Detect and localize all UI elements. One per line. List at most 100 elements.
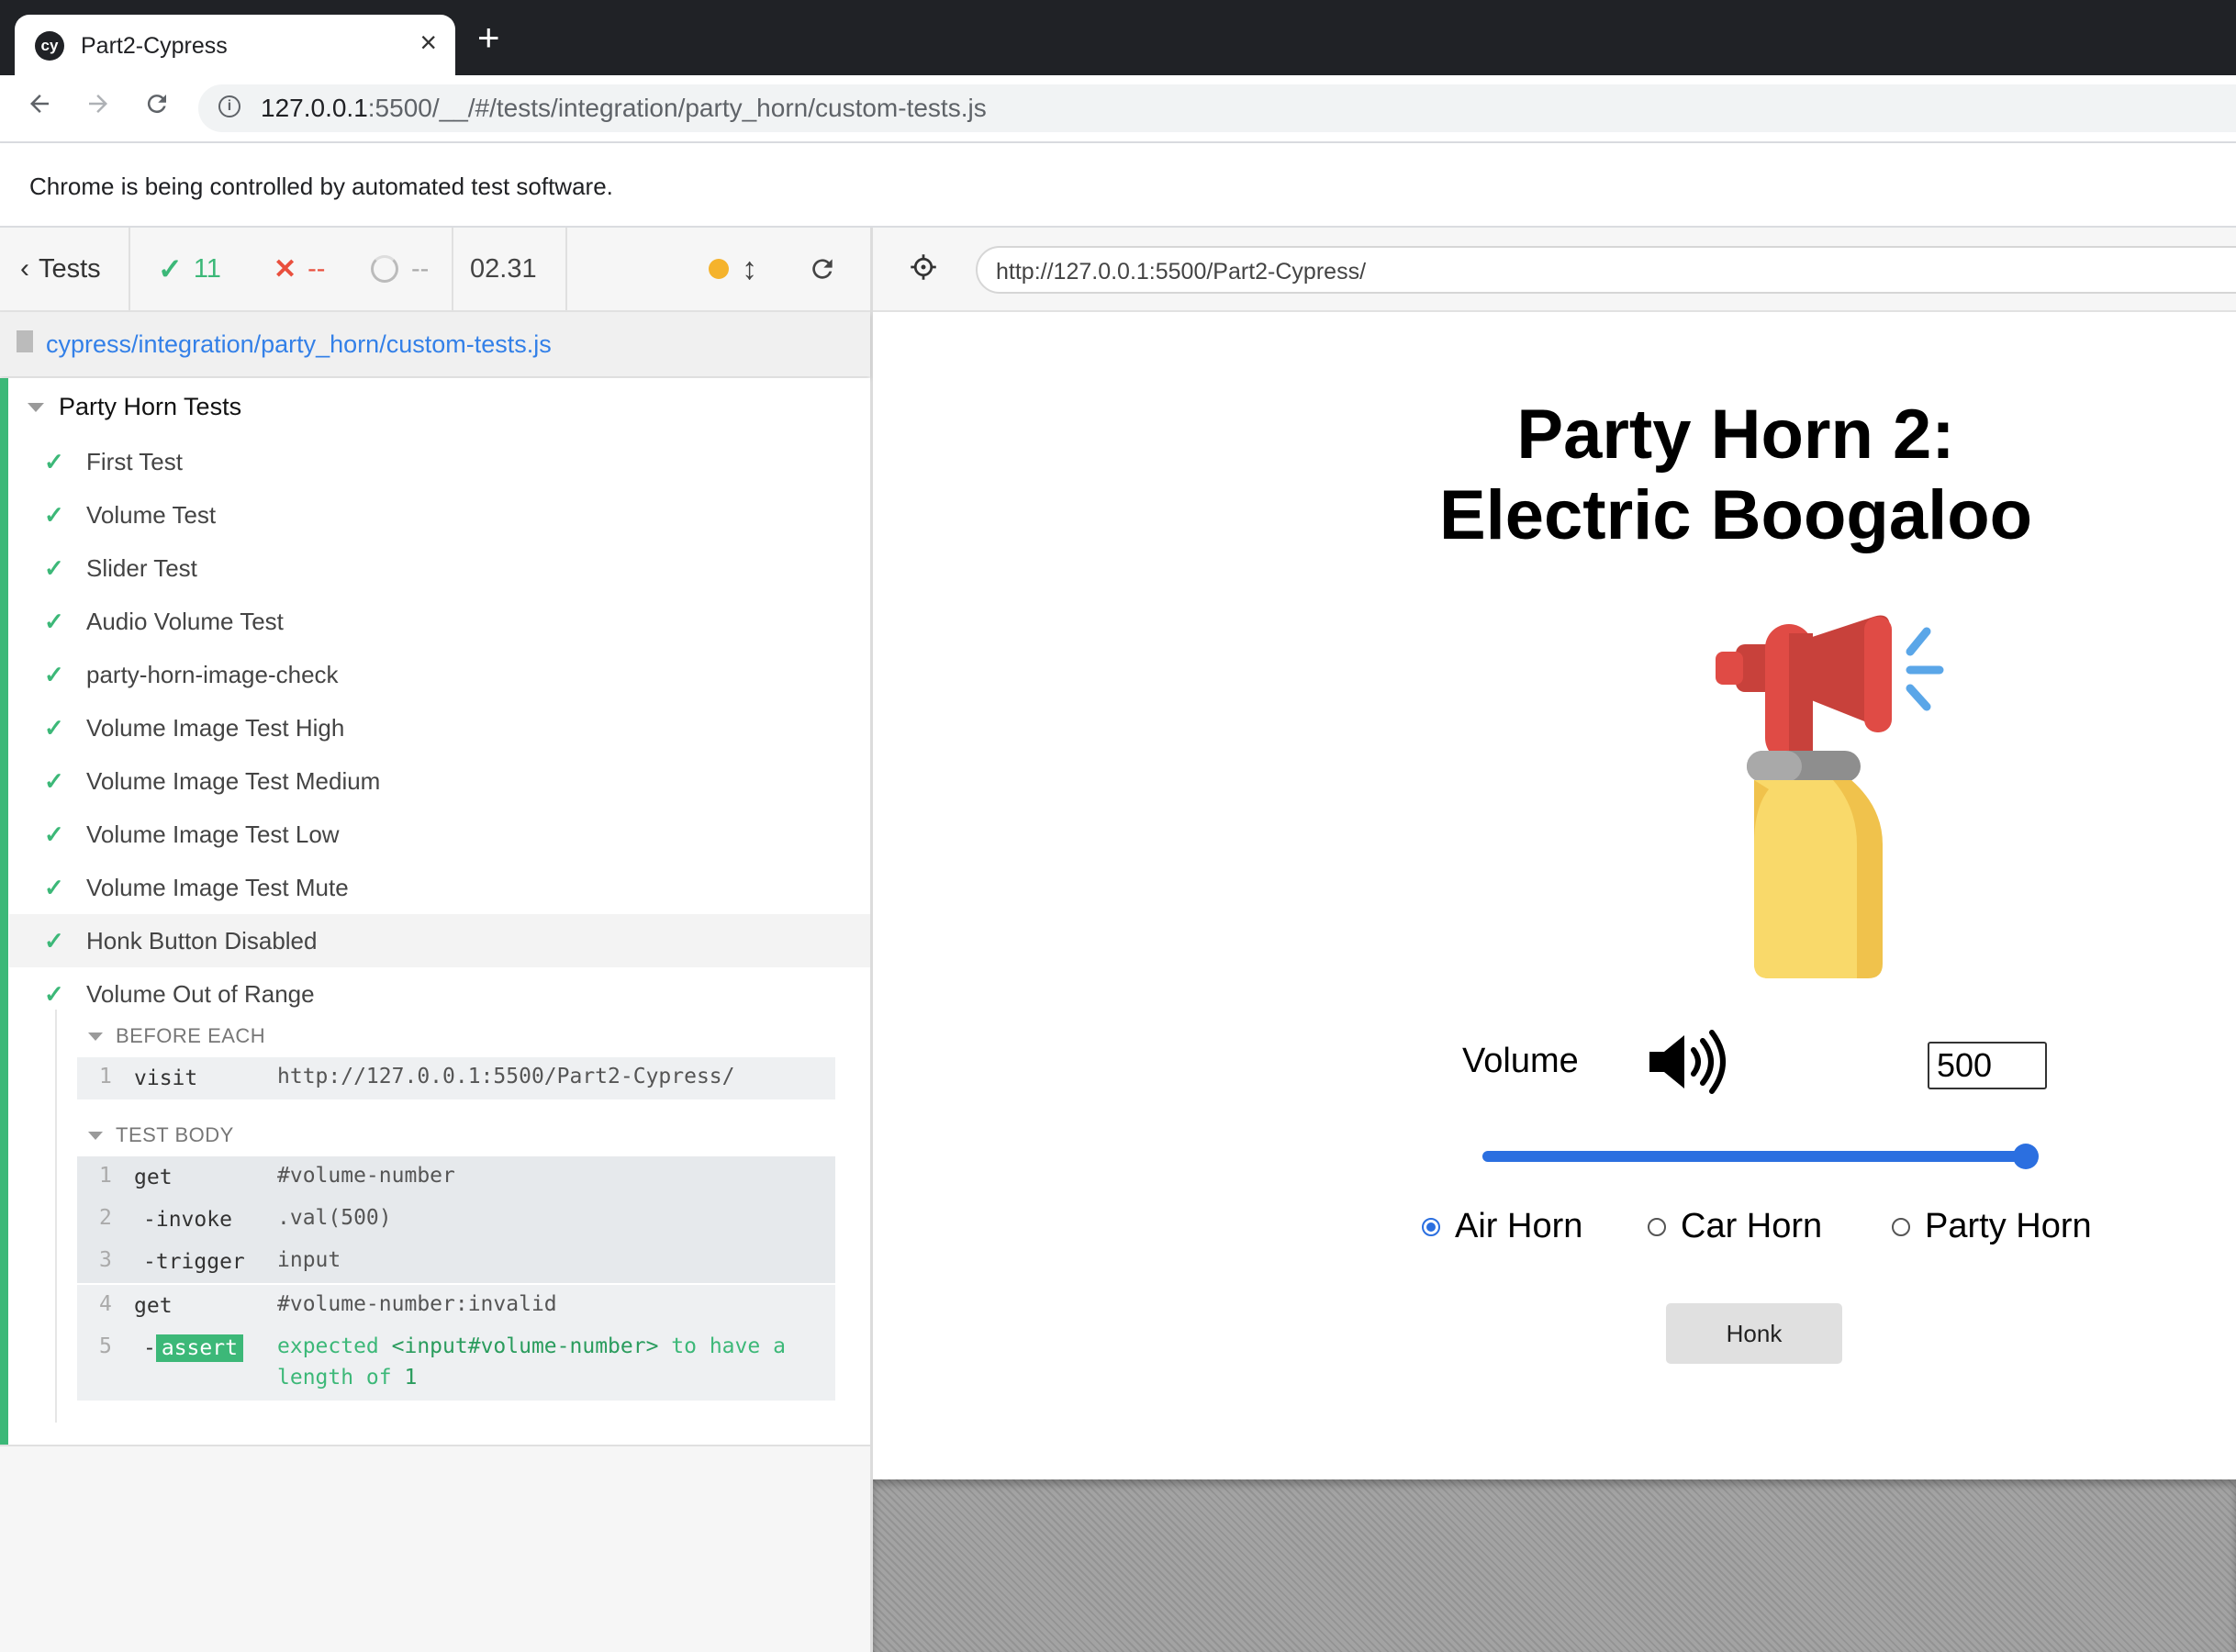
caret-down-icon [88, 1131, 103, 1140]
reporter-empty-area [0, 1446, 870, 1652]
command-name: visit [134, 1066, 198, 1090]
forward-arrow-icon[interactable] [84, 90, 112, 123]
check-icon: ✓ [44, 553, 64, 582]
command-row[interactable]: 4 get #volume-number:invalid [77, 1285, 835, 1327]
check-icon: ✓ [44, 660, 64, 688]
info-icon[interactable]: i [218, 95, 240, 117]
command-row[interactable]: 1 get #volume-number [77, 1156, 835, 1199]
file-icon [17, 330, 33, 352]
air-horn-image [1716, 615, 1944, 978]
radio-label: Party Horn [1925, 1207, 2092, 1245]
test-body-hook-title[interactable]: TEST BODY [88, 1123, 234, 1147]
page-title-line2: Electric Boogaloo [1438, 476, 2033, 554]
command-name: -trigger [143, 1250, 245, 1274]
test-label: Audio Volume Test [86, 607, 284, 635]
test-row[interactable]: ✓ Audio Volume Test [9, 595, 870, 648]
before-each-commands: 1 visit http://127.0.0.1:5500/Part2-Cypr… [77, 1057, 835, 1099]
volume-slider-thumb[interactable] [2013, 1144, 2039, 1169]
tab-title: Part2-Cypress [81, 33, 228, 59]
command-message: .val(500) [277, 1206, 392, 1230]
resize-arrows-icon[interactable]: ↕ [742, 228, 757, 310]
caret-down-icon [28, 402, 44, 412]
command-message: #volume-number [277, 1164, 455, 1188]
browser-tab[interactable]: cy Part2-Cypress × [15, 15, 455, 75]
volume-number-input[interactable] [1928, 1042, 2047, 1089]
fail-x-icon: ✕ [274, 253, 297, 285]
reload-icon[interactable] [143, 90, 171, 123]
command-name: get [134, 1166, 173, 1189]
page-title: Party Horn 2: Electric Boogaloo [1277, 395, 2195, 556]
automation-infobar: Chrome is being controlled by automated … [0, 143, 2236, 228]
new-tab-icon[interactable]: + [477, 18, 500, 57]
test-label: party-horn-image-check [86, 660, 339, 688]
app-under-test-frame: Party Horn 2: Electric Boogaloo Volume 5… [873, 312, 2236, 1479]
test-label: Volume Test [86, 500, 217, 529]
check-icon: ✓ [44, 820, 64, 848]
pending-count[interactable]: -- [371, 228, 429, 310]
test-label: Volume Image Test Mute [86, 873, 349, 901]
volume-slider-track[interactable] [1482, 1151, 2028, 1162]
tests-back-button[interactable]: ‹ Tests [20, 228, 101, 310]
test-row[interactable]: ✓ party-horn-image-check [9, 648, 870, 701]
command-prefix: - [143, 1336, 156, 1360]
command-message: #volume-number:invalid [277, 1292, 557, 1316]
assert-command-row[interactable]: 5 - assert expected <input#volume-number>… [77, 1327, 835, 1401]
suite-title[interactable]: Party Horn Tests [28, 393, 241, 421]
test-row[interactable]: ✓ First Test [9, 435, 870, 488]
browser-toolbar: i 127.0.0.1:5500/__/#/tests/integration/… [0, 75, 2236, 143]
spec-file-bar: cypress/integration/party_horn/custom-te… [0, 312, 870, 376]
test-row[interactable]: ✓ Volume Test [9, 488, 870, 541]
tab-close-icon[interactable]: × [419, 28, 437, 57]
spec-file-link[interactable]: cypress/integration/party_horn/custom-te… [46, 330, 552, 359]
restart-icon[interactable] [808, 228, 837, 310]
chevron-left-icon: ‹ [20, 253, 29, 284]
command-row[interactable]: 1 visit http://127.0.0.1:5500/Part2-Cypr… [77, 1057, 835, 1099]
back-arrow-icon[interactable] [26, 90, 53, 123]
test-row[interactable]: ✓ Volume Image Test High [9, 701, 870, 754]
check-icon: ✓ [44, 500, 64, 529]
radio-button[interactable] [1422, 1217, 1440, 1236]
caret-down-icon [88, 1032, 103, 1041]
address-bar[interactable]: i 127.0.0.1:5500/__/#/tests/integration/… [198, 84, 2236, 132]
pending-count-value: -- [411, 253, 430, 284]
radio-car-horn[interactable]: Car Horn [1648, 1207, 1822, 1246]
check-icon: ✓ [44, 873, 64, 901]
check-icon: ✓ [44, 979, 64, 1008]
test-row[interactable]: ✓ Volume Image Test Low [9, 808, 870, 861]
crosshair-icon[interactable] [910, 253, 937, 281]
test-row[interactable]: ✓ Slider Test [9, 541, 870, 595]
command-number: 5 [99, 1334, 112, 1358]
runnables-list: Party Horn Tests ✓ First Test ✓ Volume Tes… [0, 378, 870, 1447]
check-icon: ✓ [44, 766, 64, 795]
test-label: Volume Image Test Low [86, 820, 340, 848]
volume-label: Volume [1462, 1042, 1579, 1080]
radio-button[interactable] [1892, 1217, 1910, 1236]
before-each-label: BEFORE EACH [116, 1024, 266, 1047]
radio-button[interactable] [1648, 1217, 1666, 1236]
suite-pass-indicator [0, 378, 8, 1445]
aut-url-bar[interactable]: http://127.0.0.1:5500/Part2-Cypress/ [976, 246, 2236, 294]
passed-count[interactable]: ✓ 11 [158, 228, 221, 310]
test-row[interactable]: ✓ Honk Button Disabled [9, 914, 870, 967]
radio-party-horn[interactable]: Party Horn [1892, 1207, 2092, 1246]
check-icon: ✓ [44, 926, 64, 954]
tab-strip: cy Part2-Cypress × + [0, 0, 2236, 75]
page-title-line1: Party Horn 2: [1516, 396, 1955, 474]
command-number: 1 [99, 1164, 112, 1188]
radio-label: Air Horn [1455, 1207, 1583, 1245]
failed-count[interactable]: ✕ -- [274, 228, 325, 310]
assert-message: expected <input#volume-number> to have a… [277, 1334, 786, 1390]
test-row[interactable]: ✓ Volume Image Test Medium [9, 754, 870, 808]
command-row[interactable]: 2 -invoke .val(500) [77, 1199, 835, 1241]
test-row[interactable]: ✓ Volume Image Test Mute [9, 861, 870, 914]
before-each-hook-title[interactable]: BEFORE EACH [88, 1024, 265, 1048]
speaker-icon [1649, 1030, 1726, 1094]
honk-button[interactable]: Honk [1666, 1303, 1842, 1364]
command-number: 2 [99, 1206, 112, 1230]
test-label: First Test [86, 447, 183, 475]
radio-air-horn[interactable]: Air Horn [1422, 1207, 1582, 1246]
command-log: BEFORE EACH 1 visit http://127.0.0.1:550… [55, 1010, 837, 1423]
run-duration: 02.31 [470, 253, 537, 284]
command-row[interactable]: 3 -trigger input [77, 1241, 835, 1283]
command-number: 3 [99, 1248, 112, 1272]
